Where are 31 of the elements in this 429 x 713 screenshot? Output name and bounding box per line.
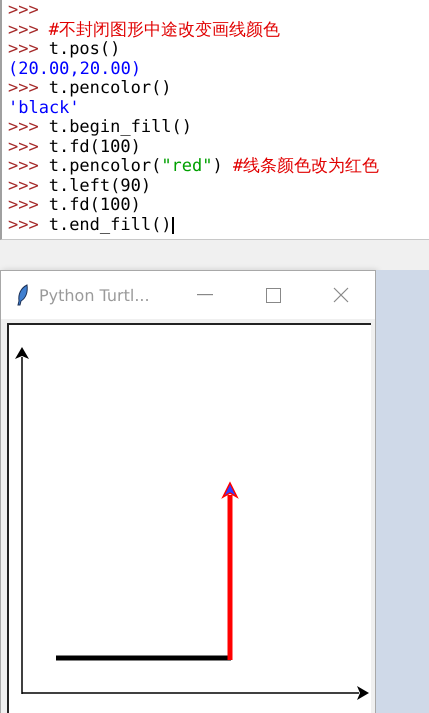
code-text: t.fd(100)	[48, 138, 141, 157]
string-literal: "red"	[161, 157, 212, 176]
code-text: t.pos()	[48, 40, 120, 60]
window-title: Python Turtl...	[39, 286, 150, 304]
code-text: t.fd(100)	[48, 196, 141, 216]
shell-output: (20.00,20.00)	[8, 60, 142, 79]
shell-prompt: >>>	[8, 20, 39, 40]
shell-prompt: >>>	[8, 157, 39, 176]
code-text: t.begin_fill()	[48, 118, 192, 138]
code-text: t.pencolor(	[48, 157, 162, 176]
close-icon[interactable]	[333, 287, 349, 303]
code-text: t.left(90)	[48, 176, 152, 196]
shell-prompt: >>>	[8, 176, 39, 196]
code-text: )	[212, 157, 223, 176]
maximize-icon[interactable]	[266, 288, 280, 302]
minimize-icon[interactable]	[197, 294, 213, 296]
turtle-arrow-icon	[221, 481, 239, 499]
shell-prompt: >>>	[8, 1, 39, 20]
shell-prompt: >>>	[8, 138, 39, 157]
code-comment: #不封闭图形中途改变画线颜色	[48, 20, 280, 40]
feather-icon	[17, 284, 29, 306]
shell-prompt: >>>	[8, 40, 39, 60]
shell-prompt: >>>	[8, 118, 39, 138]
code-text: t.pencolor()	[48, 79, 172, 98]
shell-prompt: >>>	[8, 79, 39, 98]
code-comment: #线条颜色改为红色	[232, 157, 380, 176]
shell-prompt: >>>	[8, 216, 39, 235]
code-text: t.end_fill()	[48, 216, 172, 235]
shell-panel[interactable]: >>> >>> #不封闭图形中途改变画线颜色 >>> t.pos() (20.00,20.00) >>> t.pencolor() 'black' >>> t.begin_fill() >>> t.fd(100) >>> t.pencolor("red") #线条颜色改为红色 >>> t.left(90) >>> t.fd(100) >>> t.end_fill()	[0, 0, 429, 240]
shell-output: 'black'	[8, 98, 80, 118]
shell-prompt: >>>	[8, 196, 39, 216]
